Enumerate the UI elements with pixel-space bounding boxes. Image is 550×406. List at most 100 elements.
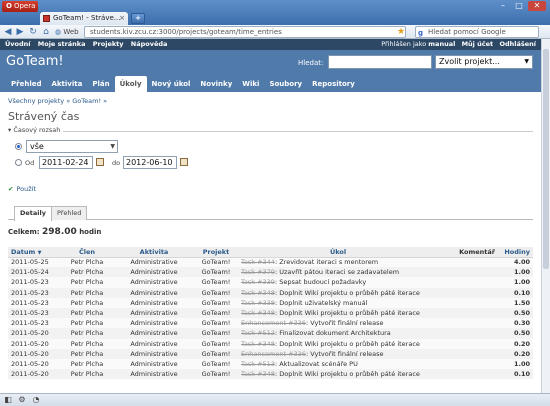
cell-user[interactable]: Petr Plcha [60,318,114,329]
issue-link[interactable]: Task #512 [241,329,275,337]
cell-user[interactable]: Petr Plcha [60,267,114,278]
issue-link[interactable]: Task #379 [241,268,275,276]
issue-link[interactable]: Task #339 [241,278,275,286]
tab-wiki[interactable]: Wiki [237,76,264,92]
cell-issue: Task #348: Doplnit Wiki projektu o průbě… [238,287,438,298]
cell-hours: 0.50 [498,328,533,339]
cell-project[interactable]: GoTeam! [194,358,238,370]
col-activity[interactable]: Aktivita [114,247,194,258]
tab-report[interactable]: Přehled [51,206,88,220]
cell-project[interactable]: GoTeam! [194,307,238,319]
cell-user[interactable]: Petr Plcha [60,369,114,380]
search-input[interactable] [328,55,432,69]
scrollbar-thumb[interactable] [543,49,549,269]
issue-link[interactable]: Task #348 [241,289,275,297]
calendar-icon[interactable] [96,158,104,166]
cell-user[interactable]: Petr Plcha [60,277,114,288]
cell-user[interactable]: Petr Plcha [60,338,114,349]
issue-link[interactable]: Task #348 [241,340,275,348]
issue-link[interactable]: Task #513 [241,360,275,368]
date-range-legend[interactable]: ▾ Časový rozsah [8,126,64,134]
zoom-icon[interactable]: ◔ [32,396,40,404]
close-window-icon[interactable]: ✕ [528,1,546,11]
period-select[interactable]: vše ▼ [26,140,118,153]
cell-user[interactable]: Petr Plcha [60,307,114,319]
project-select[interactable]: Zvolit projekt... ▼ [435,55,533,69]
from-date-input[interactable]: 2011-02-24 [39,156,93,169]
cell-user[interactable]: Petr Plcha [60,257,114,268]
tab-roadmap[interactable]: Plán [87,76,114,92]
cell-project[interactable]: GoTeam! [194,267,238,278]
vertical-scrollbar[interactable] [541,39,550,393]
cell-project[interactable]: GoTeam! [194,287,238,298]
opera-menu-button[interactable]: O Opera [2,1,38,12]
logout-link[interactable]: Odhlášení [499,40,536,48]
top-menu-help[interactable]: Nápověda [131,40,168,48]
top-menu-home[interactable]: Úvodní [5,40,31,48]
bookmark-star-icon[interactable]: ★ [396,27,406,37]
browser-tabbar: O Opera GoTeam! - Stráve... × + – □ ✕ [0,0,550,25]
address-bar[interactable]: students.kiv.zcu.cz:3000/projects/goteam… [84,26,406,38]
reload-icon[interactable]: ↻ [28,27,38,37]
my-account-link[interactable]: Můj účet [462,40,494,48]
close-tab-icon[interactable]: × [119,14,125,22]
tab-news[interactable]: Novinky [195,76,237,92]
panel-toggle-icon[interactable]: ◧ [4,396,12,404]
top-menu-projects[interactable]: Projekty [93,40,124,48]
col-issue[interactable]: Úkol [238,247,438,258]
issue-link[interactable]: Task #348 [241,309,275,317]
forward-icon[interactable]: ▶ [15,27,25,37]
logged-in-user[interactable]: manual [428,40,455,48]
col-hours[interactable]: Hodiny [498,247,533,258]
calendar-icon[interactable] [180,158,188,166]
cell-project[interactable]: GoTeam! [194,257,238,268]
issue-link[interactable]: Enhancement #336 [241,350,306,358]
browser-search-input[interactable]: g Hledat pomocí Google [415,26,539,38]
tab-repository[interactable]: Repository [307,76,360,92]
cell-project[interactable]: GoTeam! [194,297,238,308]
apply-button[interactable]: ✔ Použít [8,185,36,193]
cell-project[interactable]: GoTeam! [194,328,238,339]
from-date-value: 2011-02-24 [42,158,89,167]
tab-details[interactable]: Detaily [14,206,52,221]
cell-project[interactable]: GoTeam! [194,338,238,349]
cell-user[interactable]: Petr Plcha [60,287,114,298]
maximize-icon[interactable]: □ [512,1,526,11]
issue-link[interactable]: Task #344 [241,258,275,266]
issue-link[interactable]: Enhancement #336 [241,319,306,327]
top-menu-my-page[interactable]: Moje stránka [38,40,86,48]
cell-user[interactable]: Petr Plcha [60,358,114,370]
cell-user[interactable]: Petr Plcha [60,328,114,339]
col-date-label: Datum [11,247,36,256]
cell-user[interactable]: Petr Plcha [60,348,114,359]
col-project[interactable]: Projekt [194,247,238,258]
tab-files[interactable]: Soubory [264,76,307,92]
period-radio[interactable] [15,143,22,150]
breadcrumb[interactable]: Všechny projekty » GoTeam! » [8,97,533,105]
col-user[interactable]: Člen [60,247,114,258]
issue-link[interactable]: Task #338 [241,299,275,307]
browser-tab[interactable]: GoTeam! - Stráve... × [40,12,128,25]
settings-icon[interactable]: ⚙ [18,396,26,404]
cell-activity: Administrative [114,348,194,359]
date-range-radio[interactable] [15,159,22,166]
home-icon[interactable]: ⌂ [41,27,51,37]
cell-activity: Administrative [114,297,194,308]
to-date-input[interactable]: 2012-06-10 [123,156,177,169]
cell-project[interactable]: GoTeam! [194,348,238,359]
project-header: GoTeam! Hledat: Zvolit projekt... ▼ [0,50,541,76]
cell-comment [438,287,498,298]
cell-user[interactable]: Petr Plcha [60,297,114,308]
col-date[interactable]: Datum ▼ [8,247,60,258]
tab-new-issue[interactable]: Nový úkol [147,76,196,92]
new-tab-button[interactable]: + [131,13,145,24]
cell-project[interactable]: GoTeam! [194,318,238,329]
tab-overview[interactable]: Přehled [6,76,46,92]
tab-activity[interactable]: Aktivita [46,76,87,92]
cell-project[interactable]: GoTeam! [194,277,238,288]
tab-issues[interactable]: Úkoly [114,76,147,92]
issue-link[interactable]: Task #348 [241,370,275,378]
cell-project[interactable]: GoTeam! [194,369,238,380]
back-icon[interactable]: ◀ [3,27,13,37]
minimize-icon[interactable]: – [496,1,510,11]
